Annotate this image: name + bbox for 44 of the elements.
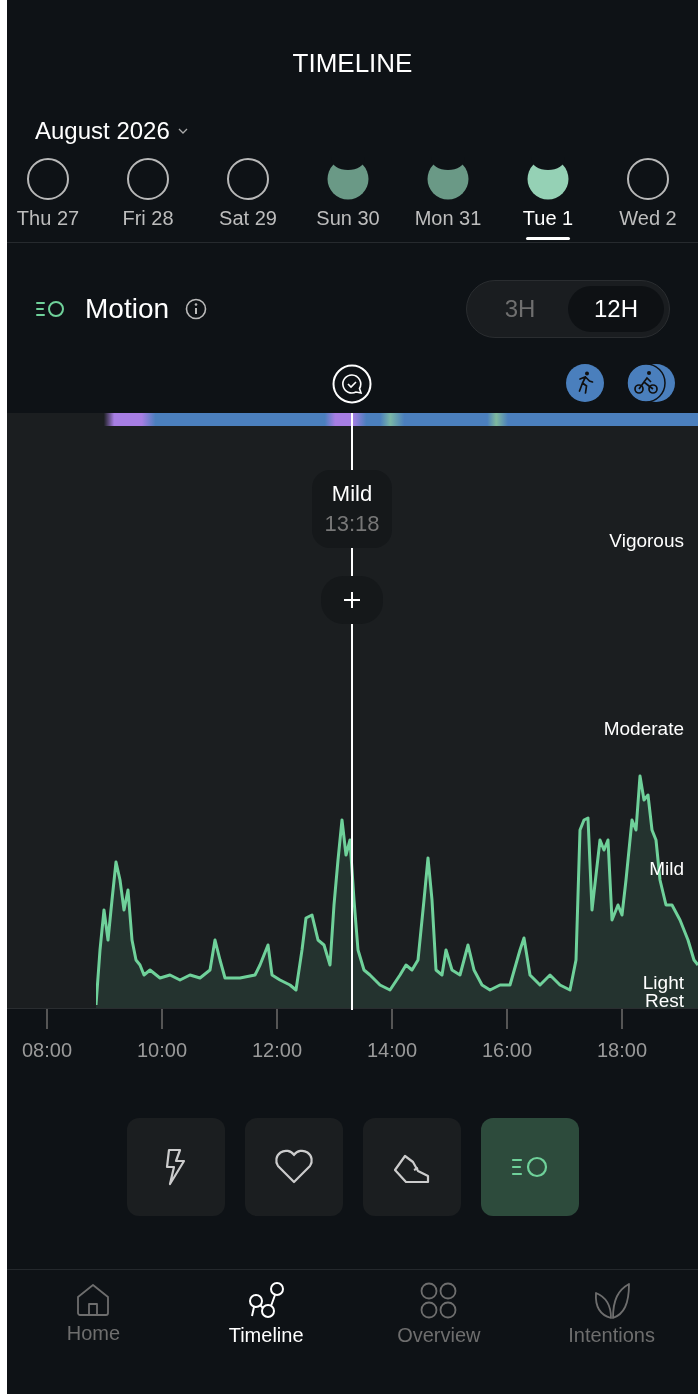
add-button[interactable] [321,576,383,624]
heart-icon [272,1148,315,1186]
axis-label: 14:00 [366,1039,418,1062]
motion-icon [35,300,67,318]
cursor-line[interactable] [351,413,353,1010]
info-icon[interactable] [185,298,208,320]
axis-label: 12:00 [251,1039,303,1062]
heart-button[interactable] [244,1118,343,1216]
day-tab[interactable]: Tue 1 [498,157,598,242]
month-picker[interactable]: August 2026 [35,115,188,147]
chevron-down-icon [177,127,188,135]
home-icon [75,1282,112,1318]
chat-check-icon[interactable] [332,364,372,404]
screen-title: TIMELINE [291,47,414,80]
day-tab[interactable]: Sat 29 [198,157,298,242]
tooltip-level: Mild [331,481,373,507]
day-tab[interactable]: Mon 31 [398,157,498,242]
tooltip-time: 13:18 [324,511,380,537]
day-tab[interactable]: Fri 28 [98,157,198,242]
axis-label: Vigorous [609,530,684,550]
four-circles-icon [419,1282,458,1320]
axis-label: 18:00 [596,1039,648,1062]
nav-tab[interactable]: Home [7,1282,180,1347]
timeline-nodes-icon [247,1282,286,1320]
axis-label: Moderate [603,718,684,738]
axis-label: 16:00 [481,1039,533,1062]
shoe-button[interactable] [362,1118,461,1216]
day-tab[interactable]: Thu 27 [7,157,98,242]
day-tab[interactable]: Sun 30 [298,157,398,242]
motion-icon [510,1156,549,1178]
energy-button[interactable] [126,1118,225,1216]
day-tab[interactable]: Wed 2 [598,157,698,242]
plus-icon [343,591,361,609]
range-option[interactable]: 12H [568,286,664,332]
leaves-icon [592,1282,631,1320]
axis-label: 10:00 [136,1039,188,1062]
axis-label: 08:00 [21,1039,73,1062]
section-title: Motion [85,293,170,325]
motion-button[interactable] [480,1118,579,1216]
axis-label: Light [642,972,684,992]
nav-tab[interactable]: Overview [352,1282,526,1347]
nav-tab[interactable]: Intentions [525,1282,698,1347]
nav-tab[interactable]: Timeline [179,1282,353,1347]
walking-person-icon[interactable] [566,364,604,402]
